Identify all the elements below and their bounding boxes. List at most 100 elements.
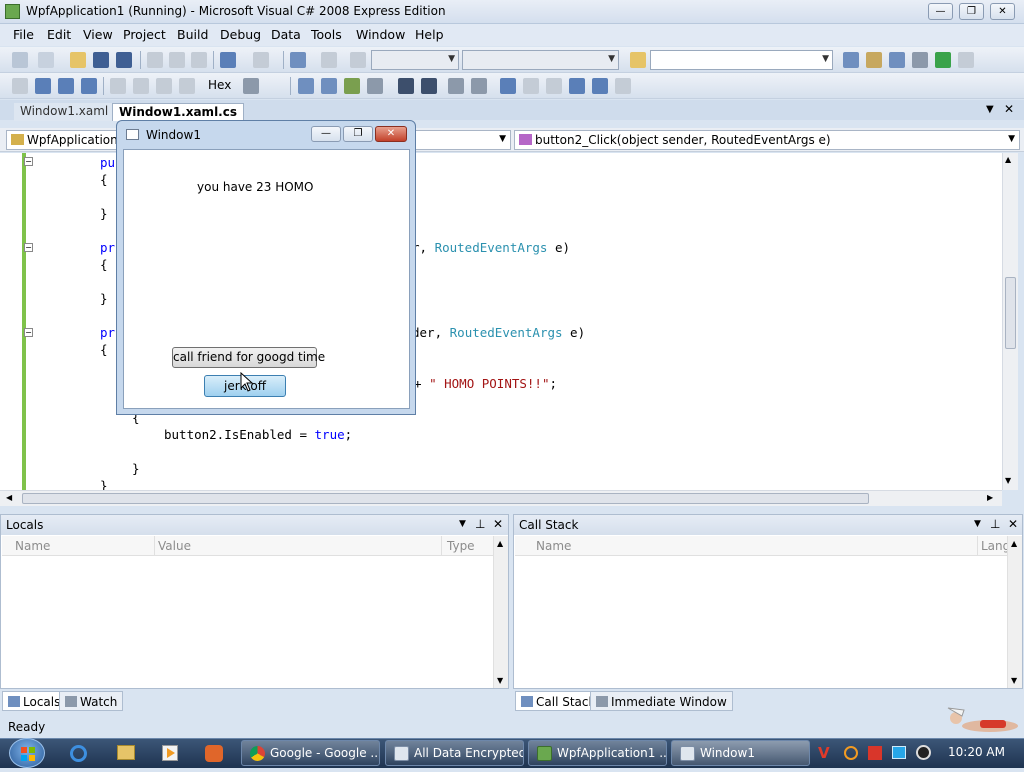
editor-vertical-scrollbar[interactable]: ▲ ▼	[1002, 153, 1018, 490]
start-page-icon[interactable]	[935, 52, 951, 68]
show-next-statement-icon[interactable]	[110, 78, 126, 94]
editor-horizontal-scrollbar[interactable]: ◀ ▶	[0, 490, 1002, 506]
toggle-bookmark-icon[interactable]	[500, 78, 516, 94]
wpf-maximize-button[interactable]: ❐	[343, 126, 373, 142]
scroll-right-icon[interactable]: ▶	[987, 493, 993, 502]
call-friend-button[interactable]: call friend for googd time	[172, 347, 325, 368]
scroll-down-icon[interactable]: ▼	[1011, 676, 1017, 685]
comment-lines-icon[interactable]	[448, 78, 464, 94]
configuration-combo[interactable]: ▼	[371, 50, 459, 70]
menu-help[interactable]: Help	[415, 27, 444, 42]
scroll-up-icon[interactable]: ▲	[497, 539, 503, 548]
tab-watch[interactable]: Watch	[59, 691, 124, 711]
flag-tray-icon[interactable]	[868, 746, 882, 760]
object-browser-icon[interactable]	[889, 52, 905, 68]
scroll-left-icon[interactable]: ◀	[6, 493, 12, 502]
tab-call-stack[interactable]: Call Stack	[515, 691, 602, 711]
hex-toggle[interactable]: Hex	[208, 78, 231, 92]
new-project-icon[interactable]	[12, 52, 28, 68]
internet-explorer-icon[interactable]	[70, 745, 87, 762]
close-document-icon[interactable]: ✕	[1004, 102, 1014, 116]
menu-project[interactable]: Project	[123, 27, 166, 42]
increase-indent-icon[interactable]	[421, 78, 437, 94]
solution-explorer-icon[interactable]	[843, 52, 859, 68]
step-out-icon[interactable]	[179, 78, 195, 94]
tab-window1-xaml[interactable]: Window1.xaml	[14, 103, 115, 121]
menu-file[interactable]: File	[13, 27, 34, 42]
menu-data[interactable]: Data	[271, 27, 301, 42]
decrease-indent-icon[interactable]	[398, 78, 414, 94]
restart-icon[interactable]	[81, 78, 97, 94]
close-panel-icon[interactable]: ✕	[493, 517, 503, 531]
menu-debug[interactable]: Debug	[220, 27, 261, 42]
navigate-forward-icon[interactable]	[321, 52, 337, 68]
step-over-icon[interactable]	[156, 78, 172, 94]
paste-icon[interactable]	[191, 52, 207, 68]
close-button[interactable]: ✕	[990, 3, 1015, 20]
toolbox-icon[interactable]	[912, 52, 928, 68]
next-bookmark-folder-icon[interactable]	[592, 78, 608, 94]
options-icon[interactable]	[958, 52, 974, 68]
quick-info-icon[interactable]	[367, 78, 383, 94]
tab-locals[interactable]: Locals	[2, 691, 67, 711]
tab-immediate-window[interactable]: Immediate Window	[590, 691, 733, 711]
redo-icon[interactable]	[253, 52, 269, 68]
start-debug-icon[interactable]	[350, 52, 366, 68]
pause-icon[interactable]	[35, 78, 51, 94]
clock[interactable]: 10:20 AM	[948, 745, 1005, 759]
open-folder-icon[interactable]	[70, 52, 86, 68]
menu-build[interactable]: Build	[177, 27, 208, 42]
start-button[interactable]	[9, 738, 45, 768]
object-members-icon[interactable]	[298, 78, 314, 94]
save-icon[interactable]	[93, 52, 109, 68]
firefox-icon[interactable]	[205, 745, 223, 762]
panel-dropdown-icon[interactable]: ▼	[459, 519, 466, 529]
menu-view[interactable]: View	[83, 27, 113, 42]
platform-combo[interactable]: ▼	[462, 50, 619, 70]
pin-icon[interactable]: ⊥	[475, 517, 485, 531]
add-item-icon[interactable]	[38, 52, 54, 68]
stop-icon[interactable]	[58, 78, 74, 94]
network-tray-icon[interactable]	[892, 746, 906, 759]
column-name[interactable]: Name	[536, 539, 571, 553]
member-combo[interactable]: button2_Click(object sender, RoutedEvent…	[514, 130, 1020, 150]
taskbar-button-window1[interactable]: Window1	[671, 740, 810, 766]
previous-bookmark-folder-icon[interactable]	[569, 78, 585, 94]
pin-icon[interactable]: ⊥	[990, 517, 1000, 531]
antivirus-tray-icon[interactable]: V	[818, 744, 830, 762]
wpf-close-button[interactable]: ✕	[375, 126, 407, 142]
parameter-info-icon[interactable]	[344, 78, 360, 94]
undo-icon[interactable]	[220, 52, 236, 68]
scroll-up-icon[interactable]: ▲	[1005, 155, 1011, 164]
next-bookmark-icon[interactable]	[546, 78, 562, 94]
uncomment-lines-icon[interactable]	[471, 78, 487, 94]
copy-icon[interactable]	[169, 52, 185, 68]
taskbar-button-google[interactable]: Google - Google ...	[241, 740, 380, 766]
column-type[interactable]: Type	[447, 539, 475, 553]
find-in-files-icon[interactable]	[630, 52, 646, 68]
class-list-icon[interactable]	[321, 78, 337, 94]
taskbar-button-wpfapplication1[interactable]: WpfApplication1 ...	[528, 740, 667, 766]
scrollbar-thumb[interactable]	[1005, 277, 1016, 349]
taskbar-button-all-data-encrypted[interactable]: All Data Encrypted	[385, 740, 524, 766]
scrollbar-thumb[interactable]	[22, 493, 869, 504]
tab-window1-xaml-cs[interactable]: Window1.xaml.cs	[112, 103, 244, 121]
collapse-region-icon[interactable]: −	[24, 157, 33, 166]
minimize-button[interactable]: —	[928, 3, 953, 20]
collapse-region-icon[interactable]: −	[24, 328, 33, 337]
search-tray-icon[interactable]	[844, 746, 858, 760]
breakpoints-window-icon[interactable]	[243, 78, 259, 94]
call-stack-scrollbar[interactable]: ▲ ▼	[1007, 536, 1022, 688]
properties-icon[interactable]	[866, 52, 882, 68]
panel-dropdown-icon[interactable]: ▼	[974, 519, 981, 529]
menu-window[interactable]: Window	[356, 27, 405, 42]
close-panel-icon[interactable]: ✕	[1008, 517, 1018, 531]
file-explorer-icon[interactable]	[117, 745, 135, 760]
cut-icon[interactable]	[147, 52, 163, 68]
tab-list-dropdown-icon[interactable]: ▼	[986, 104, 994, 115]
scroll-down-icon[interactable]: ▼	[1005, 476, 1011, 485]
collapse-region-icon[interactable]: −	[24, 243, 33, 252]
clear-bookmarks-icon[interactable]	[615, 78, 631, 94]
scroll-down-icon[interactable]: ▼	[497, 676, 503, 685]
column-value[interactable]: Value	[158, 539, 191, 553]
